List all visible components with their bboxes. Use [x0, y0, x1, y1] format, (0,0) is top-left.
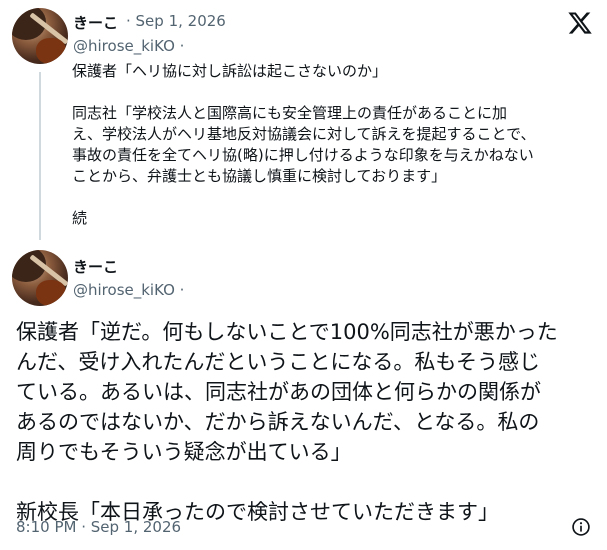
tweet-text-line: 保護者「ヘリ協に対し訴訟は起こさないのか」	[72, 62, 388, 80]
timestamp[interactable]: 8:10 PM · Sep 1, 2026	[16, 518, 181, 536]
avatar[interactable]	[12, 250, 68, 306]
tweet-text-line: ている。あるいは、同志社があの団体と何らかの関係が	[16, 380, 541, 404]
tweet-text-line: 周りでもそういう疑念が出ている」	[16, 440, 352, 464]
tweet-text: 保護者「逆だ。何もしないことで100%同志社が悪かった んだ、受け入れたんだとい…	[16, 317, 596, 527]
tweet-text-line: え、学校法人がヘリ基地反対協議会に対して訴えを提起することで、	[72, 125, 536, 143]
tweet-text-line: 事故の責任を全てヘリ協(略)に押し付けるような印象を与えかねない	[72, 146, 534, 164]
tweet-text: 保護者「ヘリ協に対し訴訟は起こさないのか」 同志社「学校法人と国際高にも安全管理…	[72, 61, 597, 229]
tweet-text-line: 続	[72, 209, 88, 227]
user-handle[interactable]: @hirose_kiKO ·	[73, 37, 184, 55]
tweet-text-line: んだ、受け入れたんだということになる。私もそう感じ	[16, 350, 540, 374]
user-handle[interactable]: @hirose_kiKO ·	[73, 281, 184, 299]
tweet-text-line: 同志社「学校法人と国際高にも安全管理上の責任があることに加	[72, 104, 508, 122]
thread-connector-line	[39, 72, 41, 240]
info-icon[interactable]	[571, 517, 591, 537]
tweet-text-line: あるのではないか、だから訴えないんだ、となる。私の	[16, 410, 540, 434]
avatar[interactable]	[12, 8, 68, 64]
x-logo-icon[interactable]	[566, 10, 594, 36]
tweet-text-line: ことから、弁護士とも協議し慎重に検討しております」	[72, 167, 447, 185]
display-name[interactable]: きーこ	[73, 256, 118, 277]
tweet-text-line: 保護者「逆だ。何もしないことで100%同志社が悪かった	[16, 320, 558, 344]
display-name[interactable]: きーこ	[73, 12, 118, 33]
post-date[interactable]: · Sep 1, 2026	[126, 12, 226, 30]
